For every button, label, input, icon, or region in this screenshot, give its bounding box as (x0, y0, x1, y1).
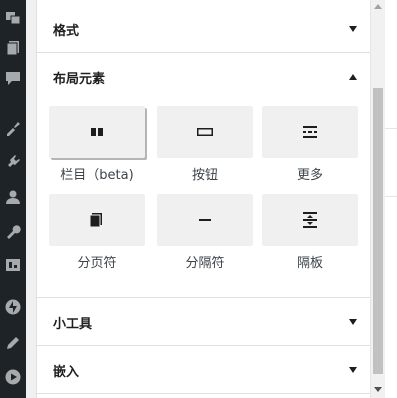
jetpack-icon[interactable] (0, 292, 26, 322)
admin-sidebar (0, 0, 26, 398)
block-columns[interactable]: 栏目（beta) (49, 106, 145, 183)
settings-icon[interactable] (0, 250, 26, 280)
block-inserter-panel: 格式 布局元素 栏目（beta) 按钮 更多 分页符 分隔符 隔板 小工具 嵌入 (36, 0, 371, 398)
divider (37, 393, 371, 394)
edit-icon[interactable] (0, 328, 26, 358)
block-label: 分隔符 (185, 256, 225, 271)
formatting-section-title: 格式 (53, 23, 80, 39)
widgets-section-title: 小工具 (53, 316, 93, 332)
scroll-up-arrow-icon[interactable] (374, 4, 382, 9)
block-label: 隔板 (296, 256, 323, 271)
caret-down-icon (349, 26, 357, 32)
block-label: 栏目（beta) (60, 168, 134, 183)
more-icon (303, 126, 317, 138)
appearance-icon[interactable] (0, 113, 26, 143)
scroll-down-arrow-icon[interactable] (374, 387, 382, 392)
button-icon (197, 128, 213, 136)
play-icon[interactable] (0, 362, 26, 392)
users-icon[interactable] (0, 182, 26, 212)
embeds-section-title: 嵌入 (53, 364, 80, 380)
formatting-section-header[interactable]: 格式 (37, 5, 371, 53)
columns-icon (91, 128, 103, 136)
layout-section-title: 布局元素 (53, 71, 106, 87)
caret-up-icon (349, 74, 357, 80)
block-label: 更多 (296, 168, 323, 183)
scrollbar[interactable] (370, 0, 385, 398)
separator-icon (199, 219, 211, 221)
embeds-section-header[interactable]: 嵌入 (37, 346, 371, 394)
media-icon[interactable] (0, 3, 26, 33)
block-button[interactable]: 按钮 (157, 106, 253, 183)
caret-down-icon (349, 319, 357, 325)
spacer-icon (303, 212, 317, 228)
tools-icon[interactable] (0, 217, 26, 247)
page-break-icon (89, 213, 102, 228)
block-label: 按钮 (191, 168, 218, 183)
editor-edge (385, 0, 397, 398)
plugins-icon[interactable] (0, 145, 26, 175)
caret-down-icon (349, 367, 357, 373)
widgets-section-header[interactable]: 小工具 (37, 298, 371, 346)
block-separator[interactable]: 分隔符 (157, 194, 253, 271)
block-label: 分页符 (77, 256, 117, 271)
comments-icon[interactable] (0, 63, 26, 93)
block-page-break[interactable]: 分页符 (49, 194, 145, 271)
layout-section-header[interactable]: 布局元素 (37, 53, 371, 101)
pages-icon[interactable] (0, 33, 26, 63)
scrollbar-thumb[interactable] (373, 88, 383, 374)
block-spacer[interactable]: 隔板 (262, 194, 358, 271)
block-more[interactable]: 更多 (262, 106, 358, 183)
